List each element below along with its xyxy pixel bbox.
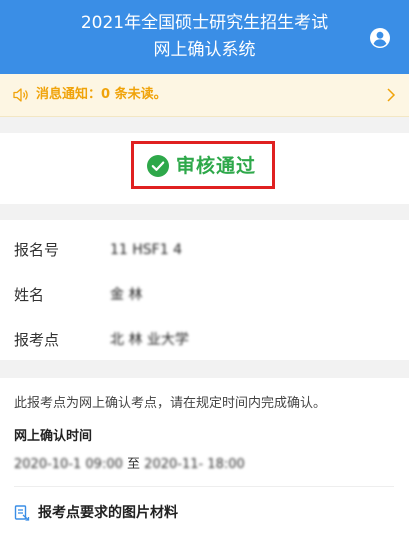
- app-header: 2021年全国硕士研究生招生考试 网上确认系统: [0, 0, 409, 74]
- page-title-line-2: 网上确认系统: [153, 40, 256, 60]
- info-row-name: 姓名 金 林: [0, 271, 409, 317]
- divider: [14, 486, 394, 487]
- check-circle-icon: [147, 155, 169, 177]
- status-card: 审核通过: [0, 133, 409, 204]
- chevron-right-icon: [387, 88, 396, 102]
- status-text: 审核通过: [176, 155, 257, 177]
- confirm-time-title: 网上确认时间: [14, 429, 93, 444]
- confirm-time-range: 2020-10-1 09:00 至 2020-11- 18:00: [14, 456, 245, 474]
- app-page: 2021年全国硕士研究生招生考试 网上确认系统 消息通知：0 条未读。 审核通过: [0, 0, 409, 534]
- info-value: 北 林 业大学: [110, 332, 189, 348]
- time-separator: 至: [127, 457, 141, 472]
- info-label: 报名号: [14, 241, 60, 259]
- info-label: 姓名: [14, 286, 45, 304]
- time-start: 2020-10-1 09:00: [14, 457, 123, 472]
- info-row-registration-number: 报名号 11 HSF1 4: [0, 226, 409, 272]
- page-title-line-1: 2021年全国硕士研究生招生考试: [80, 13, 329, 33]
- status-badge: 审核通过: [131, 141, 275, 189]
- applicant-info: 报名号 11 HSF1 4 姓名 金 林 报考点 北 林 业大学: [0, 220, 409, 360]
- notice-text: 消息通知：0 条未读。: [36, 87, 167, 102]
- info-value: 金 林: [110, 287, 143, 303]
- time-end: 2020-11- 18:00: [144, 457, 245, 472]
- materials-label: 报考点要求的图片材料: [38, 505, 178, 521]
- notice-bar[interactable]: 消息通知：0 条未读。: [0, 74, 409, 117]
- confirm-description: 此报考点为网上确认考点，请在规定时间内完成确认。: [14, 396, 327, 411]
- info-label: 报考点: [14, 331, 60, 349]
- info-row-exam-site: 报考点 北 林 业大学: [0, 316, 409, 362]
- confirm-section: 此报考点为网上确认考点，请在规定时间内完成确认。 网上确认时间 2020-10-…: [0, 378, 409, 534]
- user-circle-icon[interactable]: [369, 27, 391, 49]
- document-icon: [14, 505, 30, 521]
- info-value: 11 HSF1 4: [110, 242, 182, 258]
- speaker-icon: [13, 88, 28, 102]
